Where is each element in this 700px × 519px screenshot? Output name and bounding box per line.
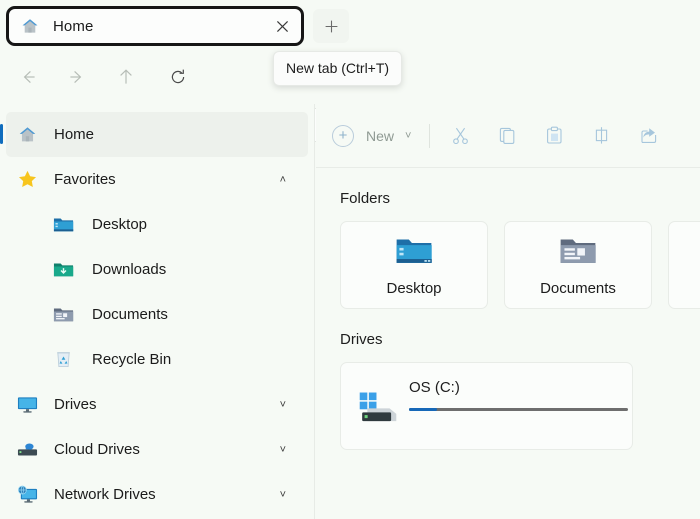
sidebar-item-label: Drives bbox=[54, 396, 97, 413]
sidebar-item-favorites[interactable]: Favorites ˄ bbox=[6, 157, 308, 202]
forward-icon[interactable] bbox=[62, 62, 92, 92]
sidebar-item-label: Cloud Drives bbox=[54, 441, 140, 458]
back-icon[interactable] bbox=[13, 62, 43, 92]
sidebar-item-home[interactable]: Home bbox=[0, 112, 308, 157]
cut-icon[interactable] bbox=[445, 121, 475, 151]
tab-title: Home bbox=[53, 17, 94, 35]
sidebar-item-label: Network Drives bbox=[54, 486, 156, 503]
sidebar-item-label: Documents bbox=[92, 306, 168, 323]
folder-card-label: Documents bbox=[540, 279, 616, 297]
drive-usage-bar bbox=[409, 408, 628, 411]
desktop-folder-icon bbox=[52, 214, 74, 236]
new-button[interactable]: + New ˅ bbox=[332, 124, 411, 147]
folder-card-documents[interactable]: Documents bbox=[504, 221, 652, 309]
windows-drive-icon bbox=[358, 391, 398, 423]
chevron-down-icon[interactable]: ˅ bbox=[280, 472, 286, 517]
chevron-up-icon[interactable]: ˄ bbox=[280, 157, 286, 202]
sidebar-item-downloads[interactable]: Downloads bbox=[6, 247, 308, 292]
content-pane: + New ˅ Folders Desktop Documents Drives… bbox=[316, 104, 700, 519]
chevron-down-icon[interactable]: ˅ bbox=[405, 130, 411, 142]
cloud-drive-icon bbox=[16, 439, 38, 461]
navigation-pane: Home Favorites ˄ Desktop Downloads Docum… bbox=[0, 104, 315, 519]
copy-icon[interactable] bbox=[492, 121, 522, 151]
toolbar-separator bbox=[429, 123, 431, 148]
home-icon bbox=[16, 124, 38, 146]
new-tab-button[interactable] bbox=[313, 9, 349, 43]
documents-folder-icon bbox=[558, 234, 598, 268]
sidebar-item-label: Home bbox=[54, 126, 95, 143]
up-icon[interactable] bbox=[111, 62, 141, 92]
sidebar-item-documents[interactable]: Documents bbox=[6, 292, 308, 337]
chevron-down-icon[interactable]: ˅ bbox=[280, 382, 286, 427]
sidebar-item-recycle-bin[interactable]: Recycle Bin bbox=[6, 337, 308, 382]
rename-icon[interactable] bbox=[586, 121, 616, 151]
sidebar-item-label: Recycle Bin bbox=[92, 351, 172, 368]
drive-card-os-c[interactable]: OS (C:) bbox=[340, 362, 633, 450]
plus-icon: + bbox=[332, 124, 354, 147]
home-icon bbox=[20, 16, 40, 36]
recycle-bin-icon bbox=[52, 349, 74, 371]
folders-heading: Folders bbox=[340, 190, 391, 207]
share-icon[interactable] bbox=[633, 121, 663, 151]
desktop-folder-icon bbox=[394, 234, 434, 268]
sidebar-item-cloud-drives[interactable]: Cloud Drives ˅ bbox=[6, 427, 308, 472]
drive-name-label: OS (C:) bbox=[409, 379, 460, 396]
documents-folder-icon bbox=[52, 304, 74, 326]
new-tab-tooltip: New tab (Ctrl+T) bbox=[273, 51, 403, 86]
tab-strip: Home bbox=[0, 0, 700, 50]
file-explorer-window: Home New tab (Ctrl+T) Home Favorites ˄ D… bbox=[0, 0, 700, 519]
new-button-label: New bbox=[366, 127, 395, 144]
folder-card-desktop[interactable]: Desktop bbox=[340, 221, 488, 309]
close-icon[interactable] bbox=[269, 13, 295, 39]
downloads-folder-icon bbox=[52, 259, 74, 281]
folders-card-list: Desktop Documents bbox=[340, 221, 700, 309]
sidebar-item-network-drives[interactable]: Network Drives ˅ bbox=[6, 472, 308, 517]
drives-icon bbox=[16, 394, 38, 416]
command-bar: + New ˅ bbox=[316, 104, 700, 168]
sidebar-item-label: Desktop bbox=[92, 216, 148, 233]
sidebar-item-desktop[interactable]: Desktop bbox=[6, 202, 308, 247]
refresh-icon[interactable] bbox=[163, 62, 193, 92]
tab-home[interactable]: Home bbox=[6, 6, 304, 46]
sidebar-item-label: Favorites bbox=[54, 171, 116, 188]
folder-card-downloads[interactable]: Downloads bbox=[668, 221, 700, 309]
drive-usage-fill bbox=[409, 408, 438, 411]
sidebar-item-drives[interactable]: Drives ˅ bbox=[6, 382, 308, 427]
star-icon bbox=[16, 169, 38, 191]
folder-card-label: Desktop bbox=[386, 279, 442, 297]
chevron-down-icon[interactable]: ˅ bbox=[280, 427, 286, 472]
paste-icon[interactable] bbox=[539, 121, 569, 151]
sidebar-item-label: Downloads bbox=[92, 261, 167, 278]
drives-heading: Drives bbox=[340, 331, 383, 348]
network-drive-icon bbox=[16, 484, 38, 506]
